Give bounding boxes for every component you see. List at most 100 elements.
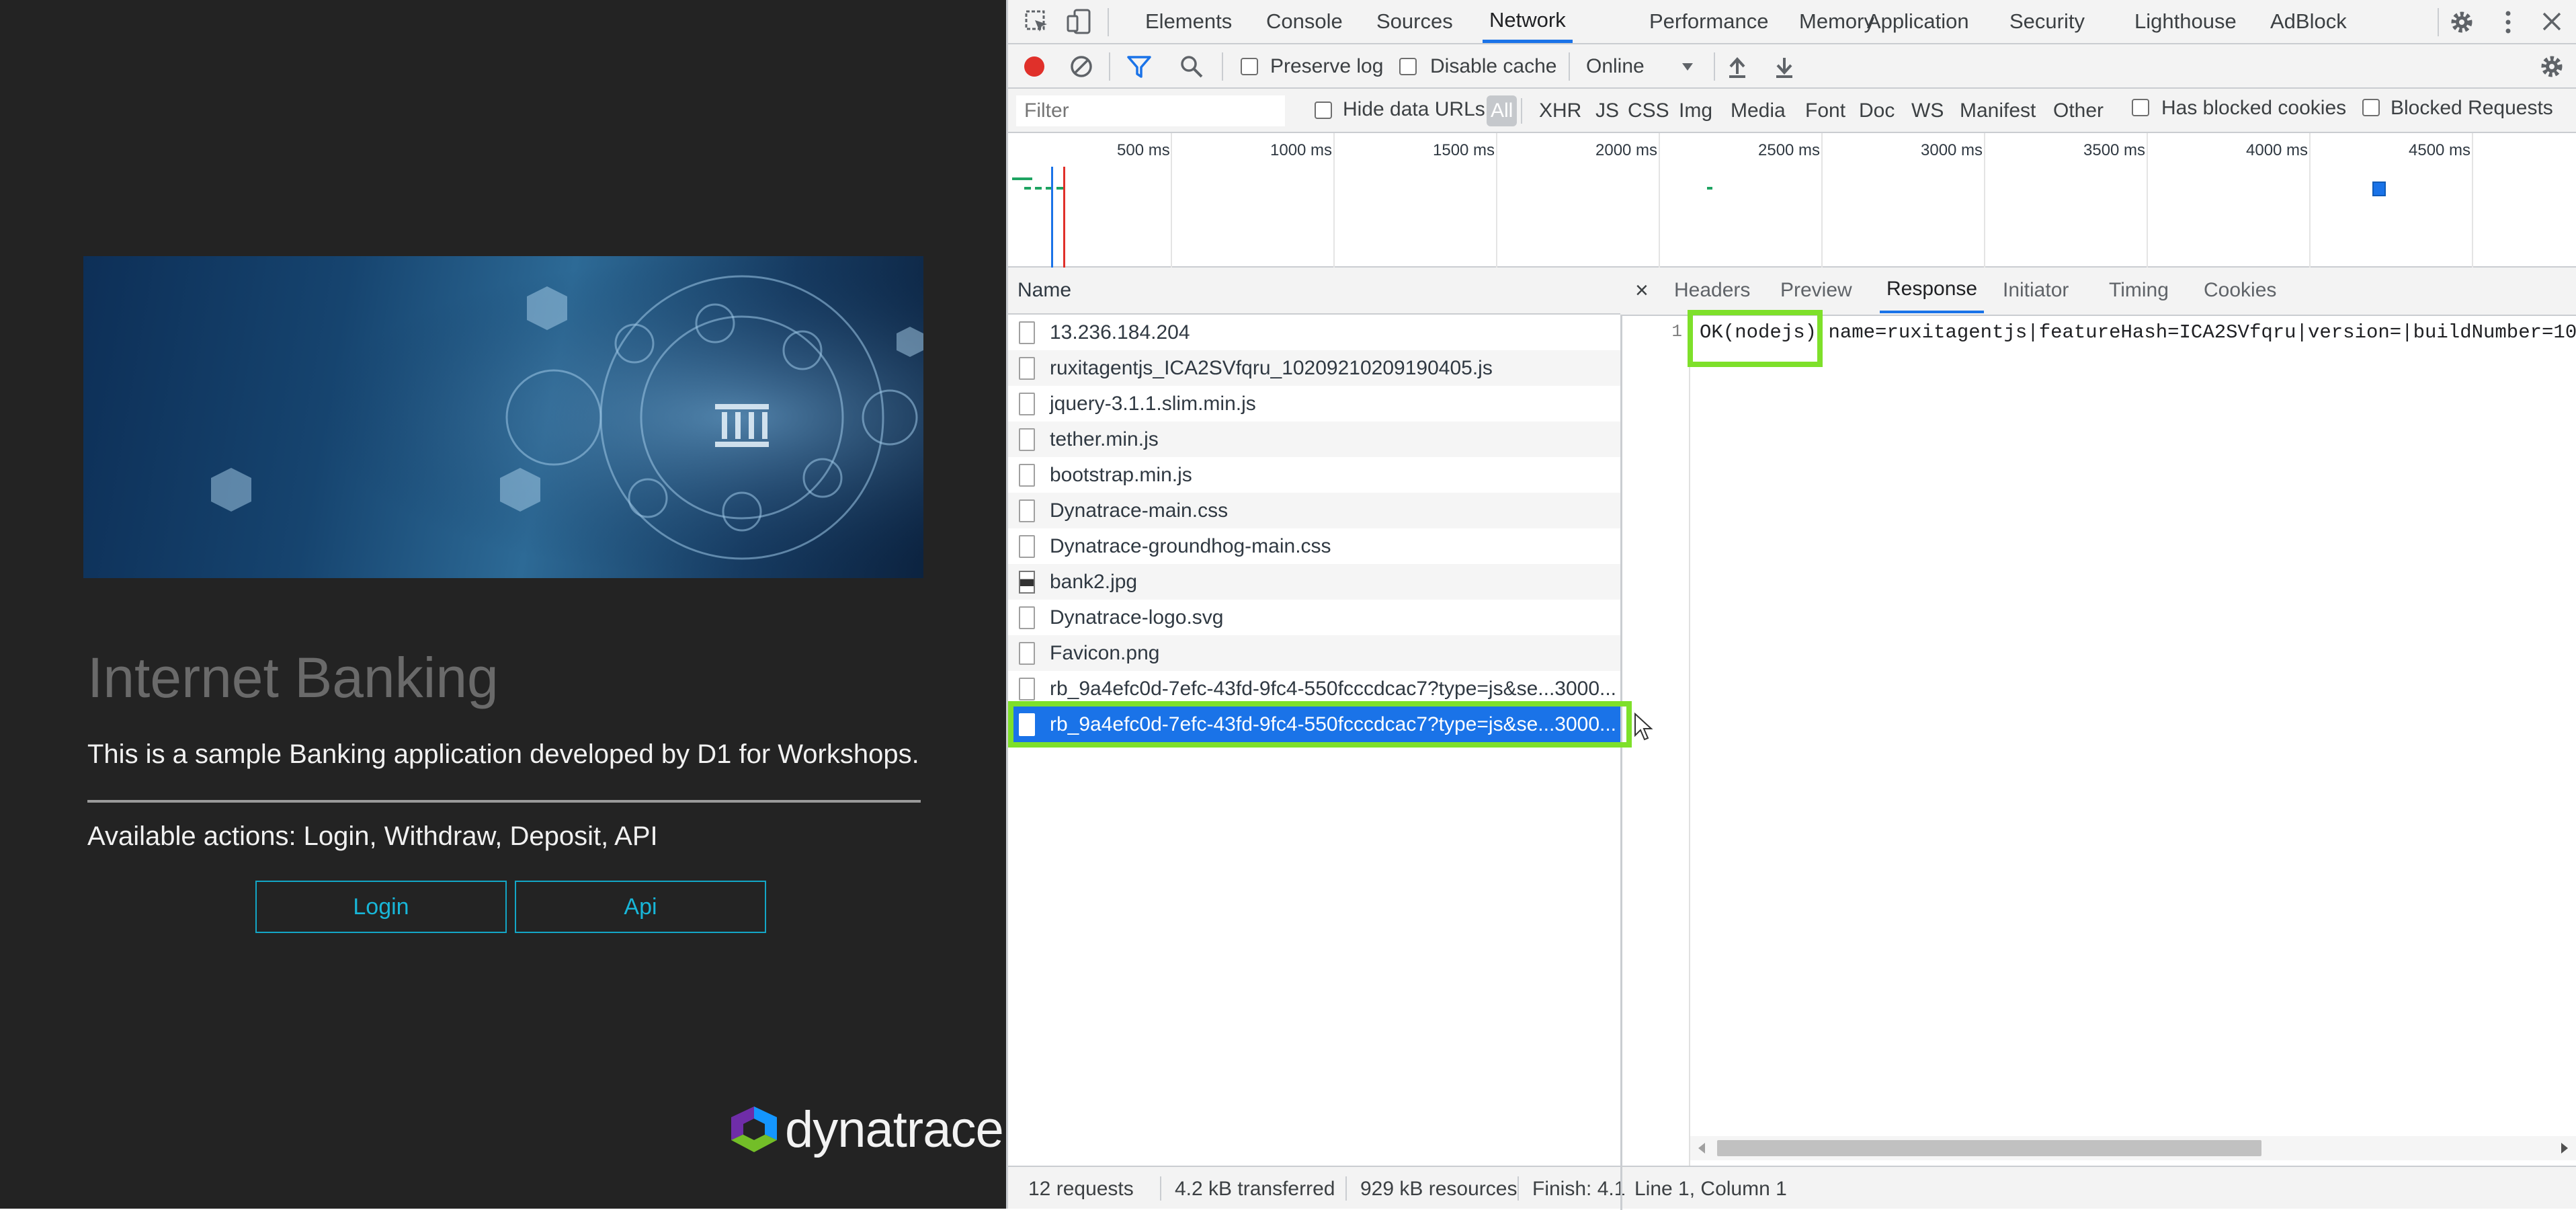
request-row[interactable]: bank2.jpg	[1008, 564, 1620, 600]
filter-type-manifest[interactable]: Manifest	[1960, 95, 2036, 126]
divider	[87, 800, 921, 803]
page-title: Internet Banking	[87, 646, 499, 709]
file-icon	[1019, 641, 1035, 665]
request-name: Favicon.png	[1050, 641, 1160, 664]
blocked-requests-checkbox[interactable]	[2362, 99, 2380, 116]
preserve-log-checkbox[interactable]	[1241, 58, 1258, 75]
timeline-overview[interactable]: 500 ms 1000 ms 1500 ms 2000 ms 2500 ms 3…	[1008, 133, 2576, 268]
device-toolbar-icon[interactable]	[1066, 8, 1093, 35]
network-toolbar: Preserve log Disable cache Online	[1008, 44, 2576, 89]
import-har-icon[interactable]	[1726, 54, 1749, 79]
transferred-size: 4.2 kB transferred	[1175, 1178, 1335, 1200]
clear-icon[interactable]	[1069, 54, 1094, 79]
filter-type-media[interactable]: Media	[1731, 95, 1786, 126]
tab-timing[interactable]: Timing	[2109, 268, 2169, 313]
filter-type-all[interactable]: All	[1487, 95, 1518, 126]
detail-tabbar: × Headers Preview Response Initiator Tim…	[1620, 268, 2576, 316]
timeline-bar	[2372, 182, 2386, 196]
document-icon	[1019, 321, 1035, 344]
hide-data-urls-checkbox[interactable]	[1315, 102, 1332, 119]
image-icon	[1019, 570, 1035, 594]
request-row[interactable]: Favicon.png	[1008, 635, 1620, 671]
filter-input[interactable]	[1016, 95, 1285, 126]
file-icon	[1019, 463, 1035, 487]
dom-content-loaded-marker	[1051, 167, 1053, 268]
has-blocked-cookies-checkbox[interactable]	[2132, 99, 2149, 116]
request-row[interactable]: ruxitagentjs_ICA2SVfqru_1020921020919040…	[1008, 350, 1620, 386]
close-details-icon[interactable]: ×	[1635, 268, 1649, 313]
tab-application[interactable]: Application	[1867, 0, 1969, 43]
tick-label: 4000 ms	[2246, 141, 2309, 159]
throttling-select[interactable]: Online	[1586, 55, 1645, 78]
request-name: Dynatrace-groundhog-main.css	[1050, 534, 1331, 557]
inspect-element-icon[interactable]	[1024, 9, 1050, 35]
request-name: jquery-3.1.1.slim.min.js	[1050, 392, 1256, 415]
filter-type-js[interactable]: JS	[1595, 95, 1619, 126]
file-icon	[1019, 534, 1035, 558]
tab-sources[interactable]: Sources	[1376, 0, 1453, 43]
export-har-icon[interactable]	[1773, 54, 1796, 79]
filter-icon[interactable]	[1126, 54, 1152, 79]
hide-data-urls-label: Hide data URLs	[1343, 98, 1485, 120]
selected-request-highlight	[1008, 701, 1632, 748]
tab-security[interactable]: Security	[2009, 0, 2085, 43]
request-name: ruxitagentjs_ICA2SVfqru_1020921020919040…	[1050, 356, 1493, 379]
tab-response[interactable]: Response	[1880, 268, 1985, 313]
chevron-down-icon[interactable]	[1680, 59, 1695, 74]
tab-elements[interactable]: Elements	[1145, 0, 1232, 43]
tab-headers[interactable]: Headers	[1674, 268, 1750, 313]
request-row[interactable]: 13.236.184.204	[1008, 315, 1620, 350]
timeline-bar	[1012, 177, 1032, 180]
filter-type-ws[interactable]: WS	[1911, 95, 1944, 126]
login-button[interactable]: Login	[255, 881, 507, 933]
tab-lighthouse[interactable]: Lighthouse	[2134, 0, 2237, 43]
filter-type-xhr[interactable]: XHR	[1539, 95, 1581, 126]
request-name: Dynatrace-main.css	[1050, 499, 1229, 522]
load-event-marker	[1063, 167, 1065, 268]
name-column-header[interactable]: Name	[1008, 268, 1620, 315]
banking-webpage: Internet Banking This is a sample Bankin…	[0, 0, 1006, 1209]
more-options-icon[interactable]	[2501, 9, 2515, 36]
request-row[interactable]: Dynatrace-logo.svg	[1008, 600, 1620, 635]
network-settings-icon[interactable]	[2538, 53, 2565, 80]
devtools-panel: Elements Console Sources Network Perform…	[1006, 0, 2576, 1210]
tab-adblock[interactable]: AdBlock	[2270, 0, 2347, 43]
brand-name: dynatrace	[785, 1100, 1004, 1158]
scroll-right-icon[interactable]	[2559, 1141, 2571, 1155]
network-status-bar: 12 requests 4.2 kB transferred 929 kB re…	[1008, 1166, 2576, 1210]
tab-cookies[interactable]: Cookies	[2204, 268, 2276, 313]
record-icon[interactable]	[1022, 54, 1047, 79]
filter-type-css[interactable]: CSS	[1628, 95, 1669, 126]
close-devtools-icon[interactable]	[2540, 10, 2563, 33]
hero-banner-image	[83, 256, 923, 578]
tab-performance[interactable]: Performance	[1649, 0, 1768, 43]
line-number: 1	[1671, 321, 1682, 341]
tick-label: 1000 ms	[1270, 141, 1333, 159]
filter-type-other[interactable]: Other	[2053, 95, 2104, 126]
search-icon[interactable]	[1179, 54, 1204, 79]
filter-type-img[interactable]: Img	[1679, 95, 1712, 126]
request-row[interactable]: Dynatrace-main.css	[1008, 493, 1620, 528]
tab-console[interactable]: Console	[1266, 0, 1343, 43]
response-body[interactable]: OK(nodejs) name=ruxitagentjs|featureHash…	[1700, 321, 2576, 344]
tick-label: 3000 ms	[1921, 141, 1983, 159]
filter-type-doc[interactable]: Doc	[1859, 95, 1895, 126]
scroll-left-icon[interactable]	[1696, 1141, 1708, 1155]
request-name: 13.236.184.204	[1050, 321, 1190, 344]
disable-cache-checkbox[interactable]	[1399, 58, 1417, 75]
tab-preview[interactable]: Preview	[1780, 268, 1852, 313]
api-button[interactable]: Api	[515, 881, 766, 933]
filter-type-font[interactable]: Font	[1805, 95, 1845, 126]
horizontal-scrollbar[interactable]	[1690, 1136, 2576, 1160]
request-row[interactable]: bootstrap.min.js	[1008, 457, 1620, 493]
request-row[interactable]: tether.min.js	[1008, 421, 1620, 457]
line-gutter: 1	[1620, 315, 1690, 1166]
request-row[interactable]: jquery-3.1.1.slim.min.js	[1008, 386, 1620, 421]
finish-time: Finish: 4.1	[1532, 1178, 1626, 1200]
request-row[interactable]: Dynatrace-groundhog-main.css	[1008, 528, 1620, 564]
tab-initiator[interactable]: Initiator	[2003, 268, 2069, 313]
tab-network[interactable]: Network	[1483, 0, 1573, 43]
settings-gear-icon[interactable]	[2448, 9, 2475, 36]
tab-memory[interactable]: Memory	[1799, 0, 1874, 43]
scrollbar-thumb[interactable]	[1717, 1140, 2261, 1156]
